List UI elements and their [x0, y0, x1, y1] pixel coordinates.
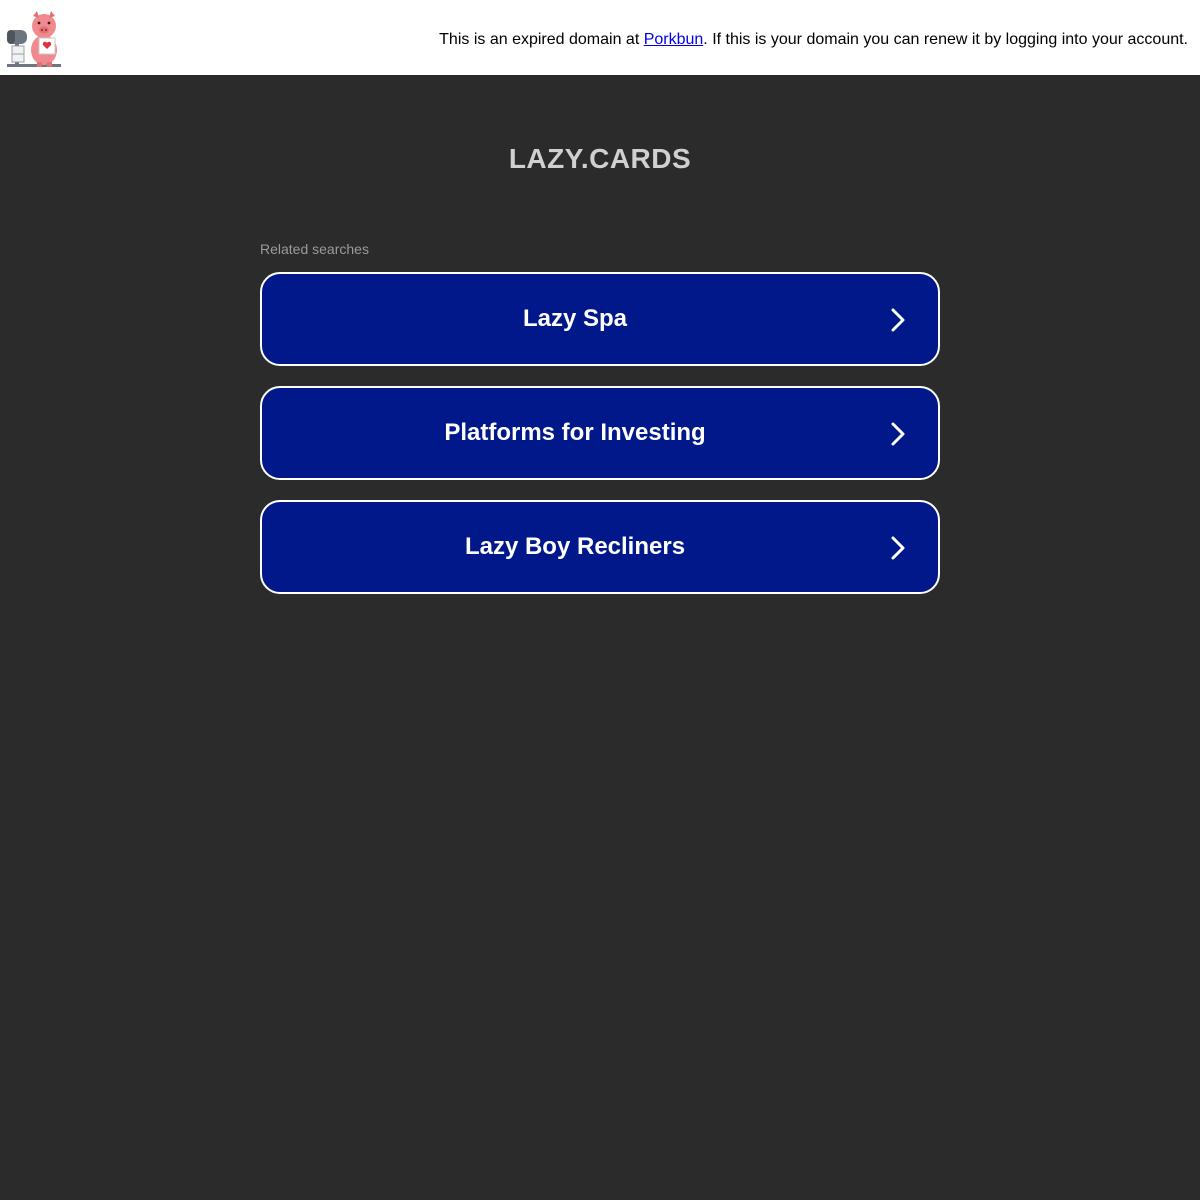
porkbun-link[interactable]: Porkbun — [644, 31, 704, 48]
related-searches-label: Related searches — [260, 241, 369, 257]
chevron-right-icon — [891, 422, 905, 446]
notice-suffix: . If this is your domain you can renew i… — [703, 31, 1188, 48]
notice-prefix: This is an expired domain at — [439, 31, 644, 48]
pig-mailbox-icon — [7, 11, 61, 67]
related-search-button-lazy-boy-recliners[interactable]: Lazy Boy Recliners — [260, 500, 940, 594]
top-banner: This is an expired domain at Porkbun. If… — [0, 0, 1200, 75]
expired-domain-notice: This is an expired domain at Porkbun. If… — [439, 31, 1188, 49]
related-search-label: Lazy Boy Recliners — [464, 533, 686, 560]
chevron-right-icon — [891, 536, 905, 560]
chevron-right-icon — [891, 308, 905, 332]
related-search-button-platforms-for-investing[interactable]: Platforms for Investing — [260, 386, 940, 480]
related-search-label: Platforms for Investing — [444, 419, 706, 446]
related-search-label: Lazy Spa — [522, 305, 628, 332]
related-search-button-lazy-spa[interactable]: Lazy Spa — [260, 272, 940, 366]
domain-title: LAZY.CARDS — [508, 143, 692, 174]
